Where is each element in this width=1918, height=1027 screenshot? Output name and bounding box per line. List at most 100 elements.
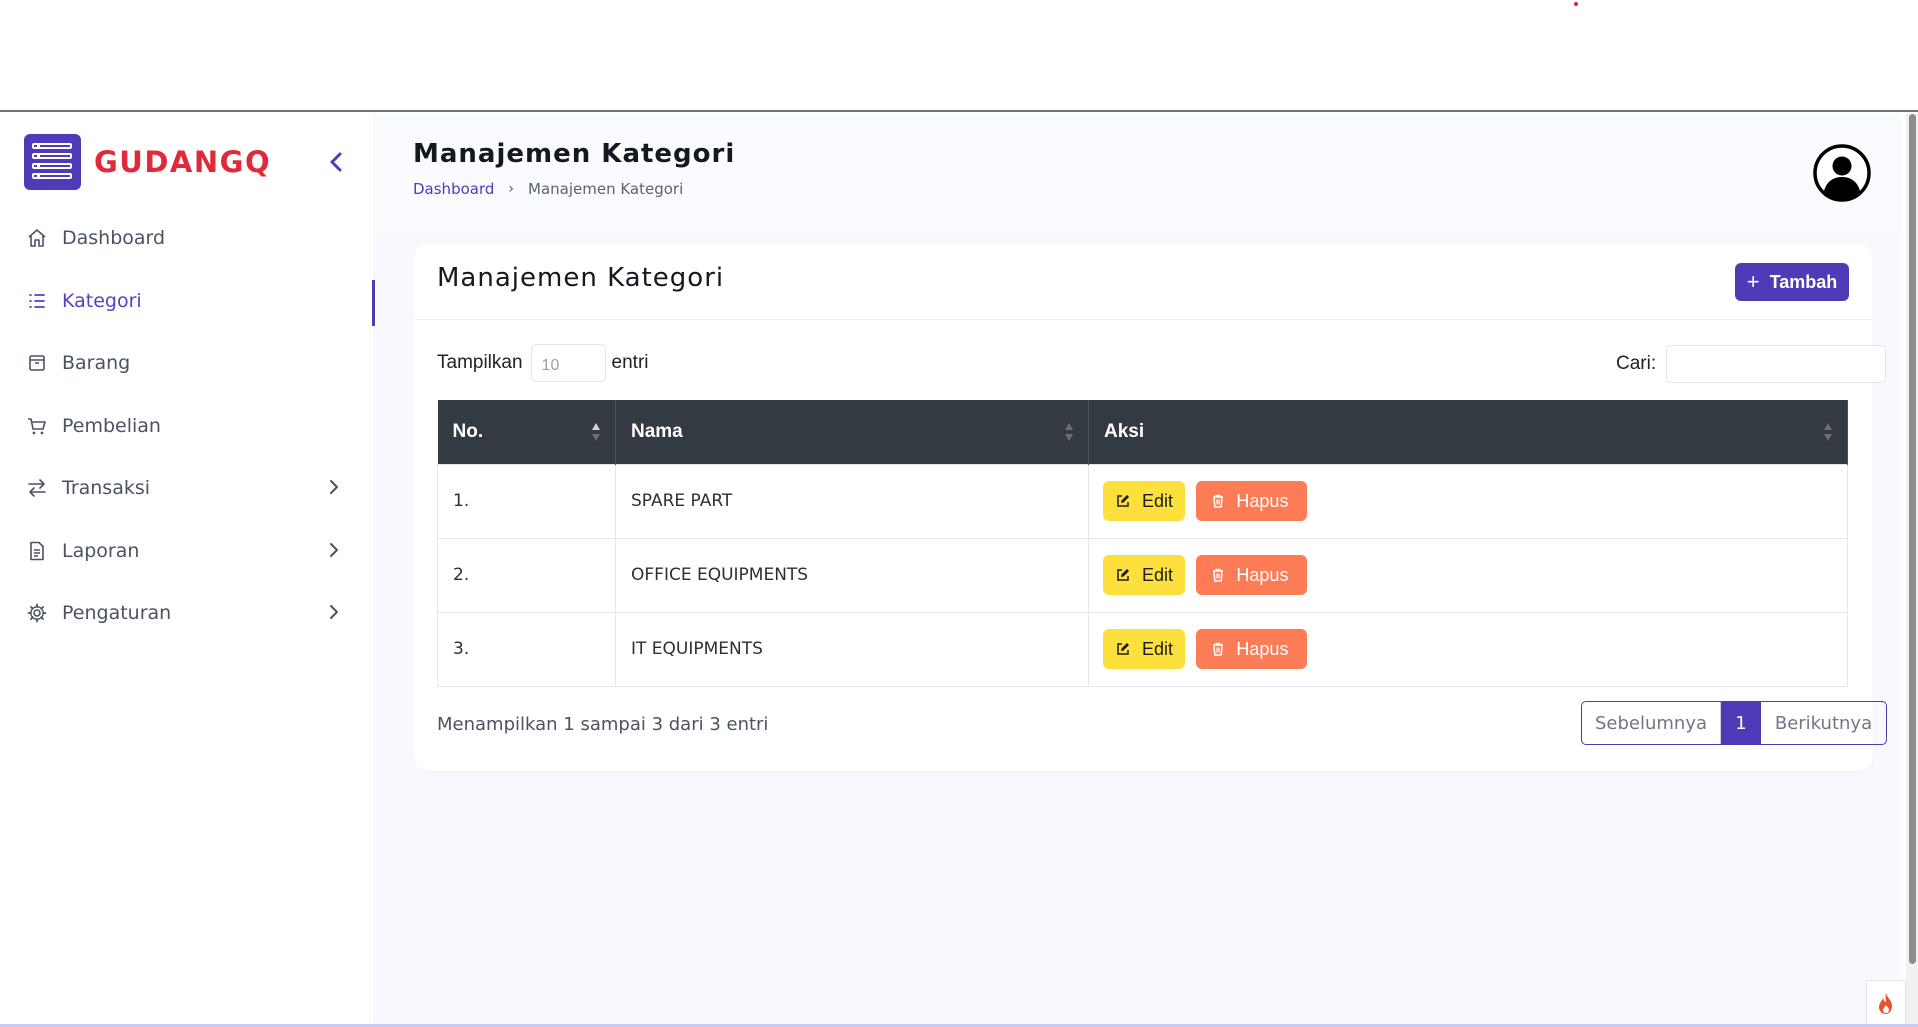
delete-label: Hapus <box>1236 638 1289 659</box>
delete-label: Hapus <box>1236 490 1289 511</box>
cell-nama: IT EQUIPMENTS <box>615 611 1089 687</box>
delete-button[interactable]: Hapus <box>1196 629 1308 669</box>
search-label: Cari: <box>1616 353 1657 374</box>
edit-label: Edit <box>1142 490 1174 511</box>
sidebar-collapse-button[interactable] <box>322 148 350 176</box>
sort-icon <box>1824 423 1832 441</box>
cell-actions: Edit Hapus <box>1088 537 1848 613</box>
sort-icon <box>1065 423 1073 441</box>
page-header: Manajemen Kategori Dashboard › Manajemen… <box>376 114 1902 232</box>
sort-asc-icon <box>592 423 600 441</box>
home-icon <box>26 227 48 249</box>
cell-actions: Edit Hapus <box>1088 611 1848 687</box>
table-search: Cari: <box>1616 345 1887 383</box>
table-header-row: No. Nama Aksi <box>437 400 1848 464</box>
edit-label: Edit <box>1142 564 1174 585</box>
length-label-before: Tampilkan <box>437 352 523 373</box>
sidebar-item-transaksi[interactable]: Transaksi <box>0 457 375 520</box>
main-content: Manajemen Kategori Dashboard › Manajemen… <box>376 114 1902 1027</box>
indicator-dot <box>1574 2 1578 6</box>
edit-label: Edit <box>1142 638 1174 659</box>
category-card: Manajemen Kategori + Tambah Tampilkan 10… <box>413 244 1887 771</box>
cell-nama: SPARE PART <box>615 463 1089 539</box>
box-icon <box>26 352 48 374</box>
edit-icon <box>1116 494 1130 508</box>
pagination-previous[interactable]: Sebelumnya <box>1582 702 1721 744</box>
sidebar-item-dashboard[interactable]: Dashboard <box>0 207 375 270</box>
card-header: Manajemen Kategori + Tambah <box>413 244 1873 320</box>
table-row: 2. OFFICE EQUIPMENTS Edit Hapus <box>437 537 1848 613</box>
fire-icon <box>1879 992 1892 1014</box>
delete-label: Hapus <box>1236 564 1289 585</box>
breadcrumb: Dashboard › Manajemen Kategori <box>413 180 683 198</box>
pagination-next[interactable]: Berikutnya <box>1761 702 1886 744</box>
chevron-right-icon <box>330 542 338 557</box>
pagination: Sebelumnya 1 Berikutnya <box>1581 701 1887 745</box>
edit-button[interactable]: Edit <box>1103 629 1185 669</box>
sidebar-item-label: Kategori <box>62 289 142 312</box>
entries-length-select[interactable]: 10 <box>530 344 606 382</box>
breadcrumb-current: Manajemen Kategori <box>528 180 684 198</box>
chevron-right-icon <box>330 480 338 494</box>
breadcrumb-dashboard-link[interactable]: Dashboard <box>413 180 494 198</box>
column-label: Nama <box>631 420 683 442</box>
table-info: Menampilkan 1 sampai 3 dari 3 entri <box>437 714 769 735</box>
column-label: No. <box>452 420 484 442</box>
page-scrollbar[interactable] <box>1906 114 1918 1027</box>
length-label-after: entri <box>611 352 649 373</box>
transfer-icon <box>26 477 48 499</box>
fire-icon-button[interactable] <box>1866 980 1906 1027</box>
sidebar-item-pembelian[interactable]: Pembelian <box>0 395 375 458</box>
scrollbar-thumb[interactable] <box>1909 114 1916 964</box>
table-row: 1. SPARE PART Edit Hapus <box>437 463 1848 539</box>
column-header-nama[interactable]: Nama <box>615 400 1089 464</box>
delete-button[interactable]: Hapus <box>1196 481 1308 521</box>
sidebar-item-label: Transaksi <box>62 477 151 500</box>
cell-no: 3. <box>437 611 616 687</box>
column-header-aksi[interactable]: Aksi <box>1088 400 1848 464</box>
brand[interactable]: GUDANGQ <box>24 134 271 190</box>
edit-button[interactable]: Edit <box>1103 555 1185 595</box>
column-label: Aksi <box>1104 420 1145 442</box>
card-title: Manajemen Kategori <box>437 263 725 293</box>
chevron-right-icon <box>330 605 338 619</box>
cell-nama: OFFICE EQUIPMENTS <box>615 537 1089 613</box>
delete-button[interactable]: Hapus <box>1196 555 1308 595</box>
breadcrumb-separator: › <box>508 181 514 197</box>
chevron-left-icon <box>330 152 342 172</box>
gear-icon <box>26 602 48 624</box>
entries-length-control: Tampilkan 10 entri <box>437 344 649 382</box>
sidebar-item-kategori[interactable]: Kategori <box>0 270 375 333</box>
document-icon <box>26 540 48 562</box>
add-button-label: Tambah <box>1769 271 1838 292</box>
user-avatar[interactable] <box>1813 144 1871 202</box>
sidebar-item-barang[interactable]: Barang <box>0 332 375 395</box>
brand-name: GUDANGQ <box>94 145 272 179</box>
search-input[interactable] <box>1666 345 1887 383</box>
sidebar-item-pengaturan[interactable]: Pengaturan <box>0 582 375 645</box>
edit-icon <box>1116 642 1130 656</box>
sidebar-item-laporan[interactable]: Laporan <box>0 520 375 583</box>
list-icon <box>26 290 48 312</box>
add-category-button[interactable]: + Tambah <box>1735 263 1849 301</box>
column-header-no[interactable]: No. <box>437 400 616 464</box>
sidebar-menu: Dashboard Kategori Barang Pembelian Tran… <box>0 207 375 645</box>
cart-icon <box>26 415 48 437</box>
cell-actions: Edit Hapus <box>1088 463 1848 539</box>
trash-icon <box>1212 642 1224 656</box>
user-circle-icon <box>1813 144 1871 202</box>
table-row: 3. IT EQUIPMENTS Edit Hapus <box>437 611 1848 687</box>
trash-icon <box>1212 568 1224 582</box>
edit-icon <box>1116 568 1130 582</box>
sidebar-item-label: Pembelian <box>62 414 161 437</box>
category-table: No. Nama Aksi 1. SPARE PART Edit Hapus 2… <box>437 400 1848 687</box>
sidebar-item-label: Barang <box>62 352 131 375</box>
pagination-page-current[interactable]: 1 <box>1721 702 1761 744</box>
cell-no: 2. <box>437 537 616 613</box>
sidebar-item-label: Dashboard <box>62 227 166 250</box>
logo-icon <box>24 134 81 190</box>
edit-button[interactable]: Edit <box>1103 481 1185 521</box>
cell-no: 1. <box>437 463 616 539</box>
page-title: Manajemen Kategori <box>413 139 736 169</box>
trash-icon <box>1212 494 1224 508</box>
